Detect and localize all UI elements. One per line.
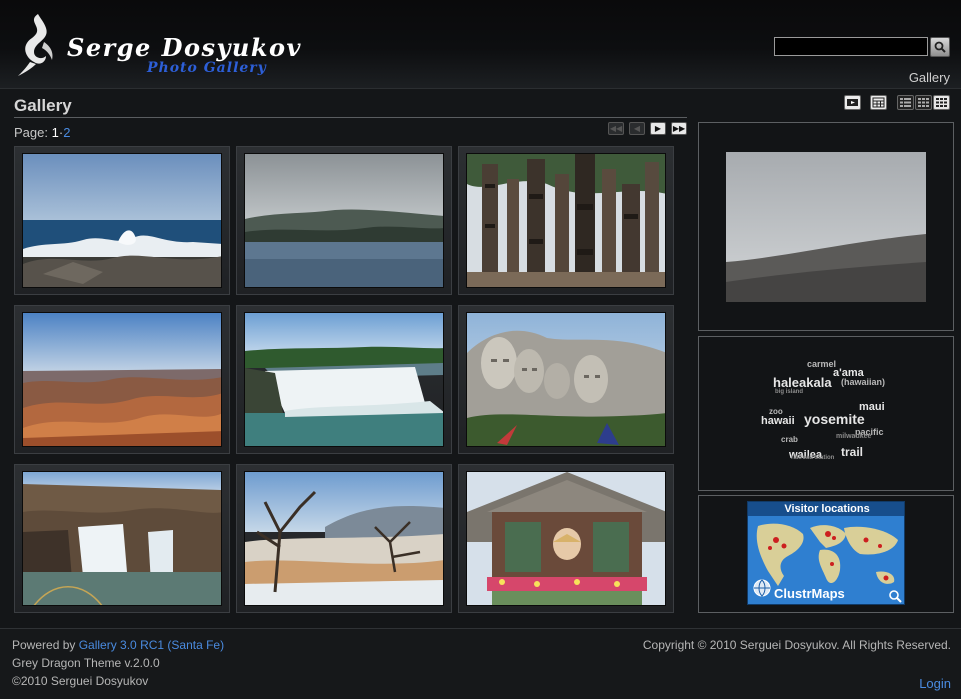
login-link[interactable]: Login — [919, 676, 951, 691]
first-page-icon: ◀◀ — [608, 122, 624, 135]
tag-link[interactable]: railroad station — [791, 455, 834, 461]
photo-grand-canyon[interactable] — [22, 312, 222, 447]
search-input[interactable] — [774, 37, 928, 56]
tag-link[interactable]: milwaukee — [836, 433, 871, 440]
thumbnail-shoshone-falls[interactable] — [14, 464, 230, 613]
photo-gazebo-flowers[interactable] — [466, 471, 666, 606]
site-footer: Powered by Gallery 3.0 RC1 (Santa Fe) Gr… — [0, 628, 961, 699]
title-divider — [14, 117, 687, 118]
pager: Page: 1·2 — [14, 125, 70, 140]
site-subtitle[interactable]: Photo Gallery — [147, 60, 267, 76]
tag-link[interactable]: big island — [775, 389, 803, 395]
photo-niagara-falls[interactable] — [244, 312, 444, 447]
powered-by: Powered by Gallery 3.0 RC1 (Santa Fe) — [12, 638, 224, 652]
clustrmaps-brand: ClustrMaps — [774, 586, 845, 601]
next-page-icon[interactable]: ▶ — [650, 122, 666, 135]
thumbnail-mount-rushmore[interactable] — [458, 305, 674, 454]
pager-page-2[interactable]: 2 — [63, 125, 70, 140]
thumbnail-seascape-waves[interactable] — [14, 146, 230, 295]
prev-page-icon: ◀ — [629, 122, 645, 135]
gallery-link[interactable]: Gallery 3.0 RC1 (Santa Fe) — [79, 638, 224, 652]
page-title: Gallery — [14, 96, 72, 115]
tag-link[interactable]: hawaii — [761, 415, 795, 427]
thumbnail-tiki-statues[interactable] — [458, 146, 674, 295]
photo-seascape-waves[interactable] — [22, 153, 222, 288]
thumbnail-bay-hills[interactable] — [236, 146, 452, 295]
breadcrumb[interactable]: Gallery — [909, 70, 950, 85]
large-grid-icon[interactable] — [933, 95, 950, 110]
search-button[interactable] — [930, 37, 950, 57]
photo-tiki-statues[interactable] — [466, 153, 666, 288]
zoom-icon[interactable] — [888, 589, 902, 603]
magnifier-icon — [934, 41, 946, 53]
map-title: Visitor locations — [748, 502, 904, 516]
grid-view-icon[interactable] — [915, 95, 932, 110]
last-page-icon[interactable]: ▶▶ — [671, 122, 687, 135]
list-view-icon[interactable] — [897, 95, 914, 110]
visitor-map[interactable]: Visitor locations ClustrMaps — [747, 501, 905, 605]
photo-mount-rushmore[interactable] — [466, 312, 666, 447]
globe-icon — [753, 579, 771, 597]
thumbnail-dead-trees-springs[interactable] — [236, 464, 452, 613]
tag-link[interactable]: (hawaiian) — [841, 377, 885, 387]
tag-link[interactable]: haleakala — [773, 375, 832, 390]
photo-dead-trees-springs[interactable] — [244, 471, 444, 606]
tag-link[interactable]: trail — [841, 445, 863, 459]
slideshow-icon[interactable] — [844, 95, 861, 110]
powered-by-prefix: Powered by — [12, 638, 79, 652]
clustrmaps-widget: Visitor locations ClustrMaps — [698, 495, 954, 613]
tag-link[interactable]: yosemite — [804, 411, 865, 427]
sidebar-featured-photo[interactable] — [726, 152, 926, 302]
pager-current: 1 — [51, 125, 59, 140]
tag-cloud: carmel a'ama haleakala (hawaiian) big island… — [698, 336, 954, 491]
photo-shoshone-falls[interactable] — [22, 471, 222, 606]
thumbnail-niagara-falls[interactable] — [236, 305, 452, 454]
thumbnail-grand-canyon[interactable] — [14, 305, 230, 454]
tag-link[interactable]: carmel — [807, 359, 836, 369]
pager-label: Page: — [14, 125, 48, 140]
dragon-icon[interactable] — [16, 12, 56, 78]
photo-bay-hills[interactable] — [244, 153, 444, 288]
copyright-left: ©2010 Serguei Dosyukov — [12, 674, 149, 688]
copyright-right: Copyright © 2010 Serguei Dosyukov. All R… — [642, 638, 951, 652]
tag-link[interactable]: crab — [781, 435, 798, 444]
site-title[interactable]: Serge Dosyukov — [67, 33, 302, 62]
theme-credit: Grey Dragon Theme v.2.0.0 — [12, 656, 160, 670]
calendar-icon[interactable] — [870, 95, 887, 110]
sidebar-image-block — [698, 122, 954, 331]
thumbnail-gazebo-flowers[interactable] — [458, 464, 674, 613]
site-header: Serge Dosyukov Photo Gallery Gallery — [0, 0, 961, 89]
